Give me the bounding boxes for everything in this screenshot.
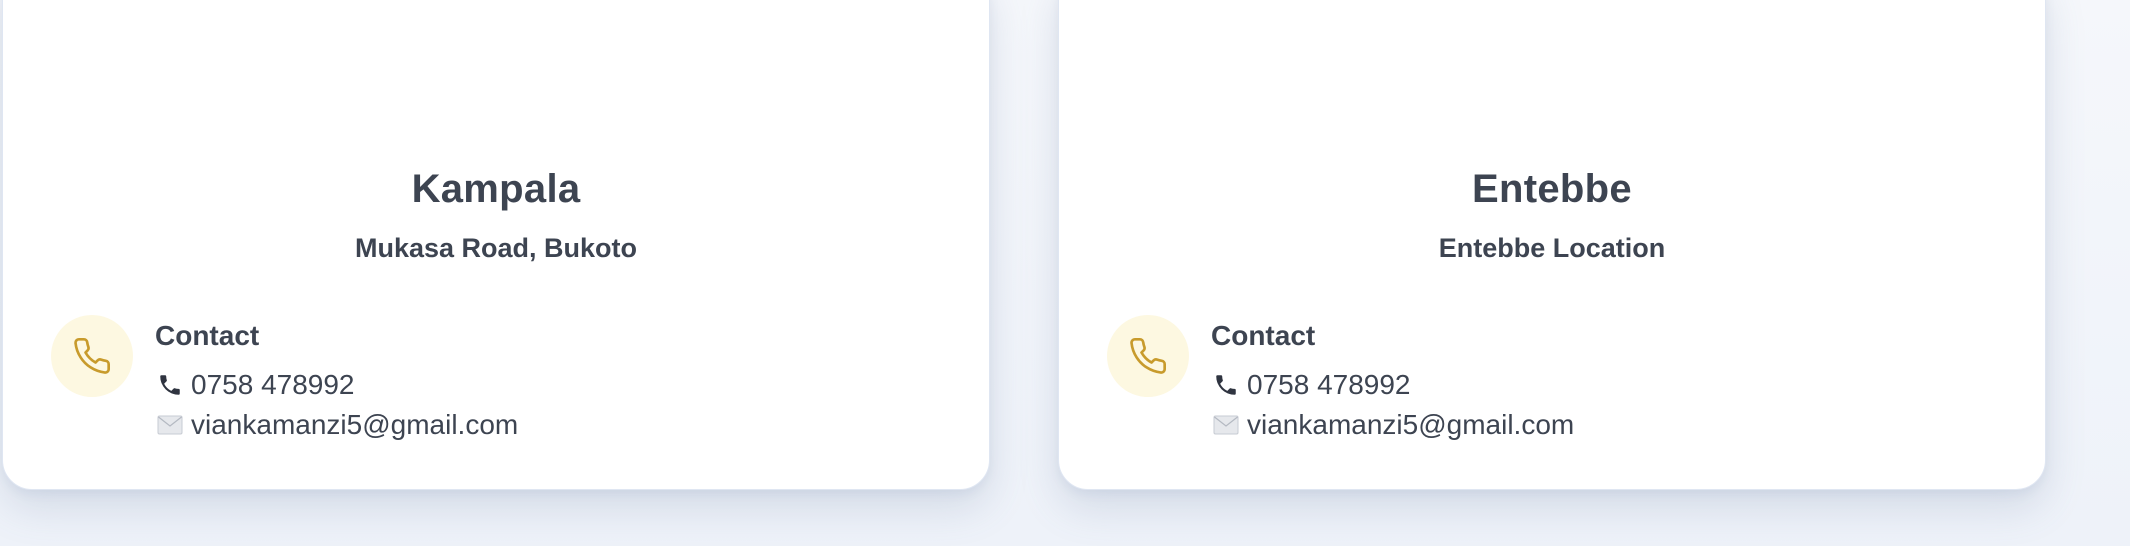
envelope-icon	[1211, 410, 1241, 440]
email-address[interactable]: viankamanzi5@gmail.com	[1247, 405, 1574, 445]
telephone-receiver-icon	[1211, 370, 1241, 400]
phone-number[interactable]: 0758 478992	[191, 365, 355, 405]
location-card-kampala: Kampala Mukasa Road, Bukoto Contact 0758…	[2, 0, 990, 490]
email-line: viankamanzi5@gmail.com	[155, 405, 518, 445]
phone-number[interactable]: 0758 478992	[1247, 365, 1411, 405]
location-address: Mukasa Road, Bukoto	[354, 233, 638, 263]
phone-line: 0758 478992	[1211, 365, 1574, 405]
phone-line: 0758 478992	[155, 365, 518, 405]
location-address: Entebbe Location	[1438, 233, 1666, 263]
contact-block: Contact 0758 478992 viankamanzi5@gmail.c…	[155, 319, 518, 445]
email-line: viankamanzi5@gmail.com	[1211, 405, 1574, 445]
telephone-receiver-icon	[155, 370, 185, 400]
location-city: Entebbe	[1472, 167, 1632, 211]
phone-icon	[51, 315, 133, 397]
location-card-entebbe: Entebbe Entebbe Location Contact 0758 47…	[1058, 0, 2046, 490]
phone-icon	[1107, 315, 1189, 397]
contact-title: Contact	[155, 320, 260, 351]
envelope-icon	[155, 410, 185, 440]
location-city: Kampala	[411, 167, 581, 211]
email-address[interactable]: viankamanzi5@gmail.com	[191, 405, 518, 445]
contact-title: Contact	[1211, 320, 1316, 351]
contact-block: Contact 0758 478992 viankamanzi5@gmail.c…	[1211, 319, 1574, 445]
